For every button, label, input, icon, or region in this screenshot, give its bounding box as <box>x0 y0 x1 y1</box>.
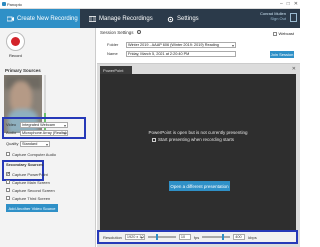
tab-label: Settings <box>177 15 199 22</box>
quality-label: Quality <box>6 141 19 146</box>
webcast-checkbox[interactable]: Webcast <box>272 31 295 36</box>
window-titlebar: Panopto – □ ✕ <box>0 0 300 9</box>
film-icon <box>88 15 97 22</box>
webcast-label: Webcast <box>278 31 295 36</box>
session-settings-title: Session Settings <box>100 30 134 35</box>
primary-sources-title: Primary Sources <box>5 68 41 73</box>
audio-row: Audio Microphone Array (Realtek(R)... <box>6 129 68 136</box>
capture-computer-audio-checkbox[interactable]: Capture Computer Audio <box>6 151 56 157</box>
tab-settings[interactable]: Settings <box>160 9 210 28</box>
tab-label: Create New Recording <box>17 15 78 22</box>
checkbox-box[interactable] <box>6 152 10 156</box>
start-presenting-checkbox[interactable]: Start presenting when recording starts <box>152 137 234 142</box>
folder-row: Folder Winter 2019 - AAAP 606 (Winter 20… <box>107 41 236 48</box>
quality-select[interactable]: Standard <box>20 140 50 147</box>
resolution-select[interactable]: 1920 x 1080 <box>124 234 145 240</box>
checkbox-box[interactable] <box>152 137 156 142</box>
window-controls: – □ ✕ <box>280 1 298 7</box>
folder-select[interactable]: Winter 2019 - AAAP 606 (Winter 2019: 201… <box>126 41 236 48</box>
powerpoint-panel: PowerPoint is open but is not currently … <box>100 74 296 232</box>
record-label: Record <box>9 53 22 58</box>
sign-out-link[interactable]: Sign Out <box>260 16 286 21</box>
user-info: Conrad Mullen Sign Out <box>260 11 286 21</box>
kbps-value[interactable]: 400 <box>233 234 246 240</box>
session-gear-icon[interactable] <box>137 30 141 34</box>
checkbox-box[interactable] <box>6 196 10 200</box>
stage-close-icon[interactable]: ✕ <box>292 66 296 72</box>
kbps-slider-knob[interactable] <box>222 234 225 240</box>
left-panel: Record Primary Sources Video Integrated … <box>0 28 96 247</box>
fps-slider[interactable] <box>147 234 176 240</box>
video-row: Video Integrated Webcam <box>6 121 68 128</box>
join-session-button[interactable]: Join Session <box>270 51 294 58</box>
resolution-label: Resolution <box>103 234 122 240</box>
checkbox-box[interactable] <box>6 180 10 184</box>
tab-label: Manage Recordings <box>99 15 153 22</box>
app-title: Panopto <box>7 2 22 7</box>
session-settings: Session Settings Webcast Folder Winter 2… <box>97 28 300 64</box>
checkbox-label: Capture Second Screen <box>12 187 55 193</box>
gear-icon <box>167 16 174 22</box>
tab-create-new-recording[interactable]: Create New Recording <box>0 9 80 28</box>
name-row: Name Friday, March 5, 2021 at 2:20:40 PM <box>107 50 236 57</box>
resolution-bar: Resolution 1920 x 1080 10 fps 400 kbps <box>100 232 296 242</box>
audio-select[interactable]: Microphone Array (Realtek(R)... <box>20 129 68 136</box>
record-camera-icon <box>6 16 14 22</box>
minimize-icon[interactable]: – <box>280 1 283 7</box>
name-label: Name <box>107 51 118 56</box>
open-presentation-button[interactable]: Open a different presentation <box>169 181 230 191</box>
quality-row: Quality Standard <box>6 140 50 147</box>
exit-icon[interactable] <box>290 13 297 22</box>
checkbox-label: Capture Main Screen <box>12 179 50 185</box>
tab-manage-recordings[interactable]: Manage Recordings <box>82 9 162 28</box>
checkbox-box[interactable] <box>272 31 277 36</box>
checkbox-label: Capture Third Screen <box>12 195 51 201</box>
record-area: Record <box>0 28 32 64</box>
capture-third-screen-checkbox[interactable]: Capture Third Screen <box>6 195 50 201</box>
checkbox-box[interactable] <box>6 188 10 192</box>
kbps-slider[interactable] <box>202 234 231 240</box>
video-label: Video <box>6 122 17 127</box>
capture-powerpoint-checkbox[interactable]: Capture PowerPoint <box>6 171 48 177</box>
start-presenting-label: Start presenting when recording starts <box>158 137 235 142</box>
record-button[interactable] <box>6 32 25 51</box>
close-icon[interactable]: ✕ <box>294 1 298 7</box>
add-video-source-button[interactable]: Add Another Video Source <box>6 204 58 212</box>
main-nav: Create New Recording Manage Recordings S… <box>0 9 300 28</box>
stage-tab-powerpoint[interactable]: PowerPoint <box>100 66 132 74</box>
checkbox-label: Capture PowerPoint <box>12 171 48 177</box>
name-field[interactable]: Friday, March 5, 2021 at 2:20:40 PM <box>126 50 236 57</box>
record-dot-icon <box>11 37 20 46</box>
video-select[interactable]: Integrated Webcam <box>20 121 68 128</box>
fps-value[interactable]: 10 <box>178 234 191 240</box>
secondary-sources-title: Secondary Sources <box>6 162 44 167</box>
folder-label: Folder <box>107 42 119 47</box>
checkbox-box[interactable] <box>6 171 11 177</box>
checkbox-label: Capture Computer Audio <box>12 151 57 157</box>
fps-unit: fps <box>193 234 200 240</box>
app-logo-icon <box>2 2 6 6</box>
presentation-stage: PowerPoint ✕ PowerPoint is open but is n… <box>97 64 300 247</box>
capture-second-screen-checkbox[interactable]: Capture Second Screen <box>6 187 55 193</box>
maximize-icon[interactable]: □ <box>287 1 290 7</box>
fps-slider-knob[interactable] <box>155 234 158 240</box>
kbps-unit: kbps <box>248 234 257 240</box>
audio-label: Audio <box>6 130 17 135</box>
powerpoint-status-message: PowerPoint is open but is not currently … <box>148 130 248 135</box>
capture-main-screen-checkbox[interactable]: Capture Main Screen <box>6 179 50 185</box>
